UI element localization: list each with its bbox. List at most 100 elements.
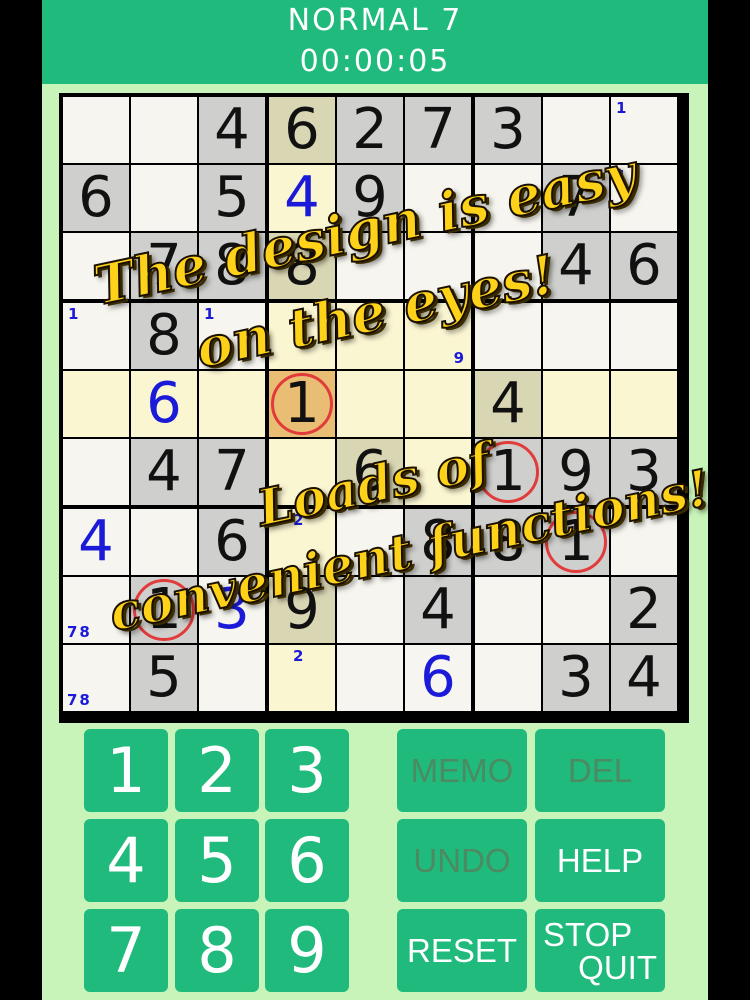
given-digit: 2 — [626, 577, 662, 642]
cell-r6c4[interactable] — [269, 439, 335, 505]
cell-r8c5[interactable] — [337, 577, 403, 643]
cell-r3c1[interactable] — [63, 233, 129, 299]
digit-key-4[interactable]: 4 — [84, 819, 168, 902]
cell-r2c7[interactable] — [475, 165, 541, 231]
cell-r1c5[interactable]: 2 — [337, 97, 403, 163]
cell-r1c2[interactable] — [131, 97, 197, 163]
cell-r2c2[interactable] — [131, 165, 197, 231]
cell-r8c2[interactable]: 1 — [131, 577, 197, 643]
cell-r5c6[interactable] — [405, 371, 471, 437]
cell-r1c7[interactable]: 3 — [475, 97, 541, 163]
cell-r2c6[interactable] — [405, 165, 471, 231]
cell-r1c1[interactable] — [63, 97, 129, 163]
cell-r4c9[interactable] — [611, 303, 677, 369]
cell-r2c4[interactable]: 4 — [269, 165, 335, 231]
cell-r6c5[interactable]: 6 — [337, 439, 403, 505]
cell-r9c1[interactable]: 78 — [63, 645, 129, 711]
cell-r5c9[interactable] — [611, 371, 677, 437]
cell-r4c2[interactable]: 8 — [131, 303, 197, 369]
cell-r8c1[interactable]: 78 — [63, 577, 129, 643]
cell-r5c4[interactable]: 1 — [269, 371, 335, 437]
cell-r4c3[interactable]: 1 — [199, 303, 265, 369]
undo-button[interactable]: UNDO — [397, 819, 527, 902]
cell-r3c7[interactable] — [475, 233, 541, 299]
cell-r6c6[interactable] — [405, 439, 471, 505]
digit-key-6[interactable]: 6 — [265, 819, 349, 902]
cell-r7c4[interactable]: 2 — [269, 509, 335, 575]
cell-r2c5[interactable]: 9 — [337, 165, 403, 231]
digit-key-2[interactable]: 2 — [175, 729, 259, 812]
cell-r5c7[interactable]: 4 — [475, 371, 541, 437]
digit-key-5[interactable]: 5 — [175, 819, 259, 902]
cell-r3c9[interactable]: 6 — [611, 233, 677, 299]
cell-r1c6[interactable]: 7 — [405, 97, 471, 163]
cell-r6c7[interactable]: 1 — [475, 439, 541, 505]
cell-r7c8[interactable]: 1 — [543, 509, 609, 575]
cell-r7c3[interactable]: 6 — [199, 509, 265, 575]
cell-r2c8[interactable]: 7 — [543, 165, 609, 231]
cell-r9c5[interactable] — [337, 645, 403, 711]
cell-r7c2[interactable] — [131, 509, 197, 575]
cell-r7c1[interactable]: 4 — [63, 509, 129, 575]
cell-r7c7[interactable]: 8 — [475, 509, 541, 575]
help-button[interactable]: HELP — [535, 819, 665, 902]
cell-r3c4[interactable]: 8 — [269, 233, 335, 299]
cell-r4c4[interactable] — [269, 303, 335, 369]
cell-r4c5[interactable] — [337, 303, 403, 369]
cell-r2c3[interactable]: 5 — [199, 165, 265, 231]
cell-r9c2[interactable]: 5 — [131, 645, 197, 711]
digit-key-8[interactable]: 8 — [175, 909, 259, 992]
cell-r3c3[interactable]: 8 — [199, 233, 265, 299]
cell-r4c6[interactable]: 9 — [405, 303, 471, 369]
cell-r1c4[interactable]: 6 — [269, 97, 335, 163]
cell-r6c2[interactable]: 4 — [131, 439, 197, 505]
cell-r9c8[interactable]: 3 — [543, 645, 609, 711]
cell-r8c3[interactable]: 3 — [199, 577, 265, 643]
cell-r8c9[interactable]: 2 — [611, 577, 677, 643]
cell-r5c5[interactable] — [337, 371, 403, 437]
cell-r6c1[interactable] — [63, 439, 129, 505]
cell-r1c3[interactable]: 4 — [199, 97, 265, 163]
cell-r7c6[interactable]: 8 — [405, 509, 471, 575]
reset-button[interactable]: RESET — [397, 909, 527, 992]
cell-r9c3[interactable] — [199, 645, 265, 711]
delete-button[interactable]: DEL — [535, 729, 665, 812]
cell-r8c6[interactable]: 4 — [405, 577, 471, 643]
cell-r3c5[interactable] — [337, 233, 403, 299]
digit-key-9[interactable]: 9 — [265, 909, 349, 992]
stop-quit-button[interactable]: STOP QUIT — [535, 909, 665, 992]
cell-r4c8[interactable] — [543, 303, 609, 369]
given-digit: 8 — [146, 303, 182, 368]
cell-r3c8[interactable]: 4 — [543, 233, 609, 299]
cell-r6c9[interactable]: 3 — [611, 439, 677, 505]
cell-r7c5[interactable] — [337, 509, 403, 575]
cell-r5c8[interactable] — [543, 371, 609, 437]
digit-key-1[interactable]: 1 — [84, 729, 168, 812]
cell-r5c3[interactable] — [199, 371, 265, 437]
cell-r9c9[interactable]: 4 — [611, 645, 677, 711]
cell-r3c2[interactable]: 7 — [131, 233, 197, 299]
cell-r4c1[interactable]: 1 — [63, 303, 129, 369]
cell-r2c1[interactable]: 6 — [63, 165, 129, 231]
cell-r8c7[interactable] — [475, 577, 541, 643]
cell-r7c9[interactable] — [611, 509, 677, 575]
digit-key-3[interactable]: 3 — [265, 729, 349, 812]
cell-r8c8[interactable] — [543, 577, 609, 643]
cell-r6c8[interactable]: 9 — [543, 439, 609, 505]
cell-r2c9[interactable]: 1 — [611, 165, 677, 231]
cell-r1c8[interactable] — [543, 97, 609, 163]
cell-r5c1[interactable] — [63, 371, 129, 437]
cell-r3c6[interactable] — [405, 233, 471, 299]
cell-r5c2[interactable]: 6 — [131, 371, 197, 437]
cell-r6c3[interactable]: 7 — [199, 439, 265, 505]
cell-r9c7[interactable] — [475, 645, 541, 711]
cell-r4c7[interactable] — [475, 303, 541, 369]
cell-r8c4[interactable]: 9 — [269, 577, 335, 643]
cell-r9c4[interactable]: 2 — [269, 645, 335, 711]
digit-key-7[interactable]: 7 — [84, 909, 168, 992]
entered-digit: 6 — [420, 645, 456, 710]
cell-r9c6[interactable]: 6 — [405, 645, 471, 711]
given-digit: 6 — [214, 509, 250, 574]
cell-r1c9[interactable]: 1 — [611, 97, 677, 163]
memo-button[interactable]: MEMO — [397, 729, 527, 812]
